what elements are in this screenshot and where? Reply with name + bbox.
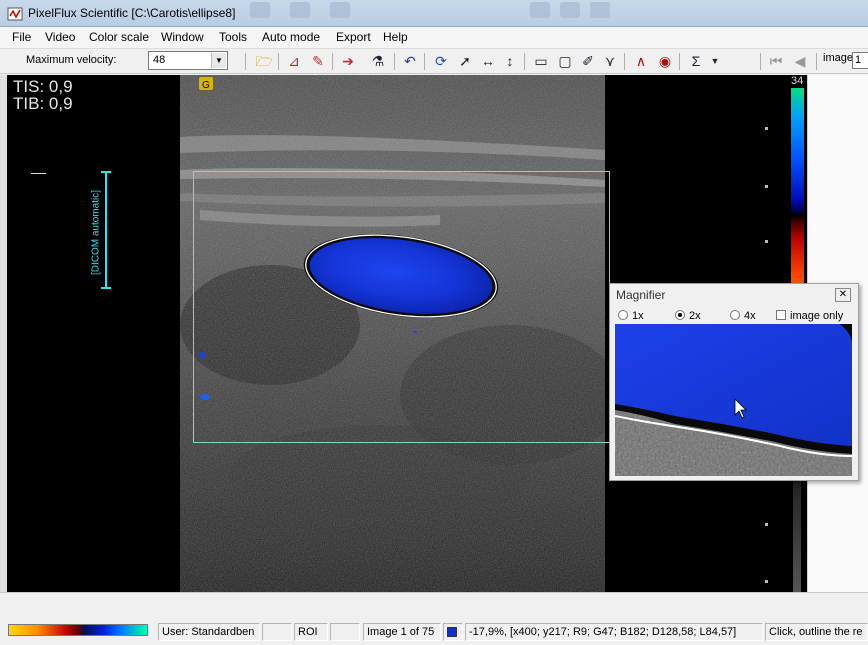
image-number-input[interactable]: 1 xyxy=(852,52,868,69)
lab-icon[interactable]: ⚗ xyxy=(368,52,388,71)
menu-window[interactable]: Window xyxy=(161,30,204,44)
horizontal-arrows-icon[interactable]: ↔ xyxy=(478,52,498,71)
vertical-arrows-icon[interactable]: ↕ xyxy=(500,52,520,71)
window-title: PixelFlux Scientific [C:\Carotis\ellipse… xyxy=(28,6,236,20)
menu-bar: File Video Color scale Window Tools Auto… xyxy=(0,27,868,49)
dicom-label: [DICOM automatic] xyxy=(90,189,102,276)
radio-icon[interactable] xyxy=(730,310,740,320)
close-icon[interactable]: ✕ xyxy=(835,288,851,302)
menu-color-scale[interactable]: Color scale xyxy=(89,30,149,44)
menu-tools[interactable]: Tools xyxy=(219,30,247,44)
blurred-icon xyxy=(290,2,310,18)
blurred-icon xyxy=(330,2,350,18)
magnifier-title: Magnifier xyxy=(616,288,666,302)
zoom-2x-radio[interactable]: 2x xyxy=(675,310,701,322)
radio-icon[interactable] xyxy=(618,310,628,320)
zoom-4x-radio[interactable]: 4x xyxy=(730,310,756,322)
status-pixel-info: -17,9%, [x400; y217; R9; G47; B182; D128… xyxy=(465,623,763,641)
status-mode: ROI xyxy=(294,623,328,641)
marker-icon[interactable]: ➔ xyxy=(338,52,358,71)
blurred-icon xyxy=(250,2,270,18)
dropdown-icon[interactable]: ▼ xyxy=(705,52,725,71)
calibration-line[interactable] xyxy=(105,173,107,288)
menu-auto-mode[interactable]: Auto mode xyxy=(262,30,320,44)
graph-icon[interactable]: ⊿ xyxy=(284,52,304,71)
status-empty xyxy=(262,623,292,641)
pen-icon[interactable]: ✐ xyxy=(578,52,598,71)
dicom-label-wrap: [DICOM automatic] xyxy=(90,183,104,283)
pipette-icon[interactable]: ✎ xyxy=(308,52,328,71)
spectrum-icon[interactable]: ∧ xyxy=(631,52,651,71)
color-wheel-icon[interactable]: ◉ xyxy=(655,52,675,71)
roi-rectangle[interactable] xyxy=(193,171,610,443)
calibration-cap-bottom xyxy=(101,287,111,289)
magnified-image[interactable] xyxy=(615,324,852,476)
status-user: User: Standardben xyxy=(158,623,260,641)
scale-max-value: 34 xyxy=(791,75,804,87)
title-bar: PixelFlux Scientific [C:\Carotis\ellipse… xyxy=(0,0,868,27)
blurred-icon xyxy=(590,2,610,18)
magnifier-window[interactable]: Magnifier ✕ 1x 2x 4x image only xyxy=(609,283,859,481)
status-hint: Click, outline the re xyxy=(765,623,868,641)
rectangle-icon[interactable]: ▢ xyxy=(555,52,575,71)
status-gap xyxy=(0,592,868,620)
status-pixel-swatch xyxy=(443,623,463,641)
status-bar: User: Standardben ROI Image 1 of 75 -17,… xyxy=(0,620,868,645)
image-label: image xyxy=(823,52,853,64)
velocity-label: Maximum velocity: xyxy=(26,54,117,66)
tib-readout: TIB: 0,9 xyxy=(13,94,73,113)
polyline-icon[interactable]: ⋎ xyxy=(600,52,620,71)
menu-export[interactable]: Export xyxy=(336,30,371,44)
app-icon xyxy=(7,7,23,21)
calibration-cap-top xyxy=(101,171,111,173)
refresh-icon[interactable]: ⟳ xyxy=(431,52,451,71)
blurred-icon xyxy=(560,2,580,18)
ruler-icon[interactable]: ▭ xyxy=(531,52,551,71)
status-frame: Image 1 of 75 xyxy=(363,623,441,641)
previous-frame-icon[interactable]: ◀ xyxy=(790,52,810,71)
menu-file[interactable]: File xyxy=(12,30,31,44)
svg-text:G: G xyxy=(202,80,210,91)
image-only-checkbox[interactable]: image only xyxy=(776,310,843,322)
sum-icon[interactable]: Σ xyxy=(686,52,706,71)
status-color-scale xyxy=(8,624,148,636)
menu-help[interactable]: Help xyxy=(383,30,408,44)
depth-tick xyxy=(31,173,46,174)
pointer-select-icon[interactable]: ➚ xyxy=(455,52,475,71)
velocity-select[interactable]: 48 ▼ xyxy=(148,51,228,70)
radio-selected-icon[interactable] xyxy=(675,310,685,320)
toolbar: Maximum velocity: 48 ▼ 🗁 ⊿ ✎ ➔ ⚗ ↶ ⟳ ➚ ↔… xyxy=(0,49,868,74)
first-frame-icon[interactable]: ⏮ xyxy=(766,52,786,71)
checkbox-icon[interactable] xyxy=(776,310,786,320)
status-empty xyxy=(330,623,360,641)
open-folder-icon[interactable]: 🗁 xyxy=(254,52,274,71)
velocity-value: 48 xyxy=(153,54,166,66)
left-strip xyxy=(0,75,7,592)
zoom-1x-radio[interactable]: 1x xyxy=(618,310,644,322)
menu-video[interactable]: Video xyxy=(45,30,75,44)
chevron-down-icon[interactable]: ▼ xyxy=(211,53,226,68)
undo-icon[interactable]: ↶ xyxy=(400,52,420,71)
blurred-icon xyxy=(530,2,550,18)
